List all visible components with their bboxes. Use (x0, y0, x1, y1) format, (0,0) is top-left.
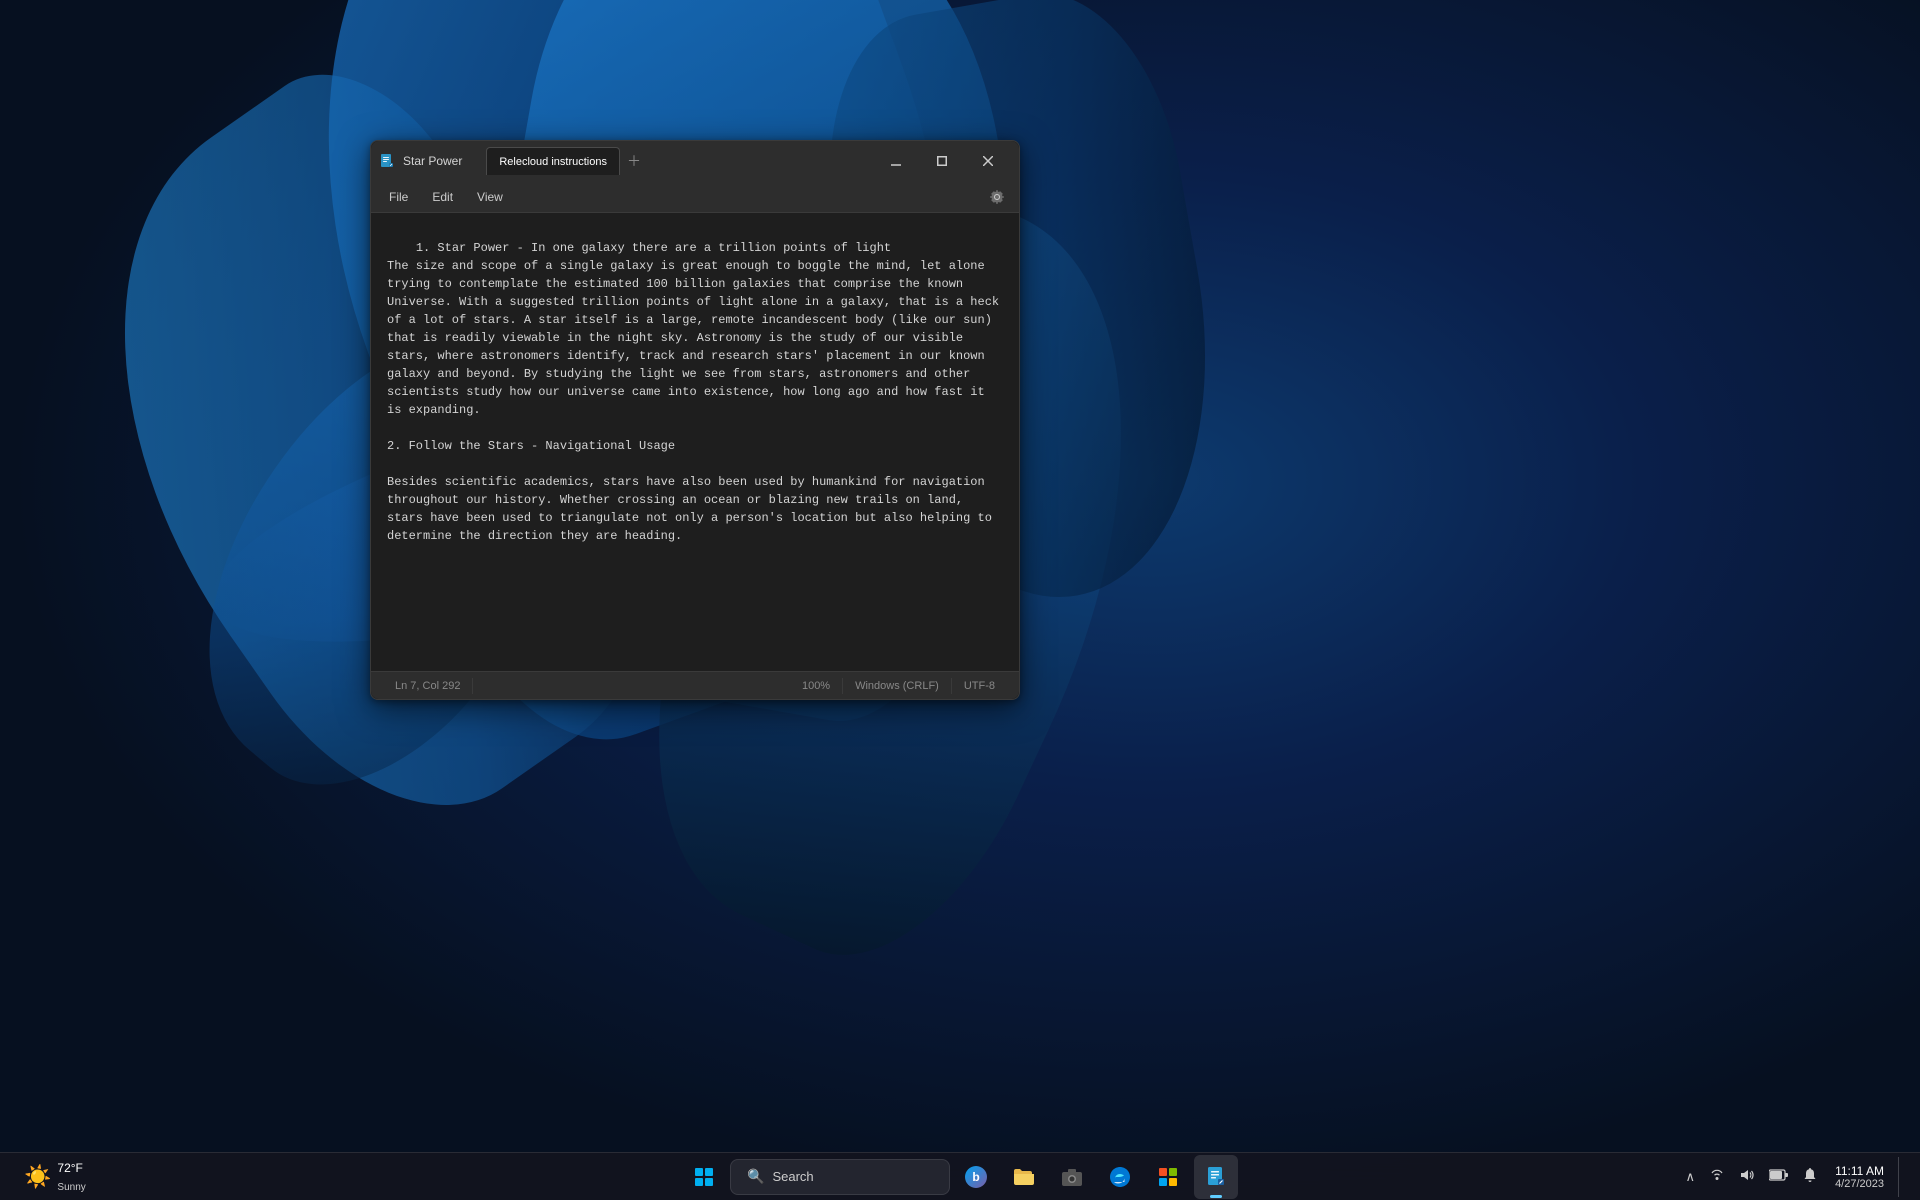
show-hidden-icons[interactable]: ∧ (1682, 1167, 1700, 1187)
start-button[interactable] (682, 1155, 726, 1199)
bing-button[interactable]: b (954, 1155, 998, 1199)
window-controls (873, 145, 1011, 177)
status-bar: Ln 7, Col 292 100% Windows (CRLF) UTF-8 (371, 671, 1019, 699)
settings-icon[interactable] (983, 183, 1011, 211)
camera-icon (1060, 1165, 1084, 1189)
status-sep-1 (472, 678, 473, 694)
maximize-button[interactable] (919, 145, 965, 177)
battery-icon[interactable] (1765, 1166, 1793, 1187)
store-icon (1156, 1165, 1180, 1189)
weather-temp: 72°F (57, 1161, 82, 1175)
notepad-window: Star Power Relecloud instructions ＋ (370, 140, 1020, 700)
zoom-level[interactable]: 100% (790, 680, 842, 692)
title-bar: Star Power Relecloud instructions ＋ (371, 141, 1019, 181)
status-right: 100% Windows (CRLF) UTF-8 (790, 678, 1007, 694)
edge-button[interactable] (1098, 1155, 1142, 1199)
show-desktop-button[interactable] (1898, 1157, 1904, 1197)
volume-icon[interactable] (1735, 1165, 1759, 1188)
win-quad-bl (695, 1178, 703, 1186)
windows-logo (695, 1168, 713, 1186)
encoding[interactable]: UTF-8 (952, 680, 1007, 692)
search-label: Search (772, 1169, 813, 1184)
taskbar: ☀️ 72°F Sunny 🔍 Search b (0, 1152, 1920, 1200)
win-quad-tl (695, 1168, 703, 1176)
weather-info: 72°F Sunny (57, 1159, 85, 1195)
menu-file[interactable]: File (379, 186, 418, 208)
minimize-button[interactable] (873, 145, 919, 177)
notepad-window-icon (379, 153, 395, 169)
edge-icon (1108, 1165, 1132, 1189)
clock-date: 4/27/2023 (1835, 1178, 1884, 1190)
folder-icon (1012, 1165, 1036, 1189)
menu-edit[interactable]: Edit (422, 186, 463, 208)
menu-bar-right (983, 183, 1011, 211)
close-button[interactable] (965, 145, 1011, 177)
taskbar-right: ∧ (1682, 1157, 1904, 1197)
tab-label: Relecloud instructions (499, 156, 607, 168)
notepad-taskbar-icon (1204, 1165, 1228, 1189)
clock-time: 11:11 AM (1835, 1164, 1884, 1178)
notepad-taskbar-button[interactable] (1194, 1155, 1238, 1199)
taskbar-center: 🔍 Search b (682, 1155, 1238, 1199)
notification-icon[interactable] (1799, 1165, 1821, 1188)
file-explorer-button[interactable] (1002, 1155, 1046, 1199)
window-title: Star Power (403, 154, 462, 168)
wifi-icon[interactable] (1705, 1165, 1729, 1188)
search-bar[interactable]: 🔍 Search (730, 1159, 950, 1195)
win-quad-tr (705, 1168, 713, 1176)
tab-bar: Relecloud instructions ＋ (486, 147, 646, 175)
weather-icon: ☀️ (24, 1164, 51, 1190)
win-quad-br (705, 1178, 713, 1186)
system-clock[interactable]: 11:11 AM 4/27/2023 (1827, 1164, 1892, 1190)
menu-bar: File Edit View (371, 181, 1019, 213)
content-body: The size and scope of a single galaxy is… (387, 259, 1006, 543)
active-tab[interactable]: Relecloud instructions (486, 147, 620, 175)
new-tab-button[interactable]: ＋ (622, 149, 646, 173)
menu-view[interactable]: View (467, 186, 513, 208)
store-button[interactable] (1146, 1155, 1190, 1199)
text-editor[interactable]: 1. Star Power - In one galaxy there are … (371, 213, 1019, 671)
search-icon: 🔍 (747, 1168, 764, 1185)
bing-icon: b (965, 1166, 987, 1188)
camera-button[interactable] (1050, 1155, 1094, 1199)
weather-widget[interactable]: ☀️ 72°F Sunny (16, 1155, 94, 1199)
line-ending[interactable]: Windows (CRLF) (843, 680, 951, 692)
weather-condition: Sunny (57, 1182, 85, 1193)
cursor-position: Ln 7, Col 292 (383, 680, 472, 692)
title-bar-left: Star Power Relecloud instructions ＋ (379, 147, 873, 175)
content-line1: 1. Star Power - In one galaxy there are … (416, 241, 891, 255)
